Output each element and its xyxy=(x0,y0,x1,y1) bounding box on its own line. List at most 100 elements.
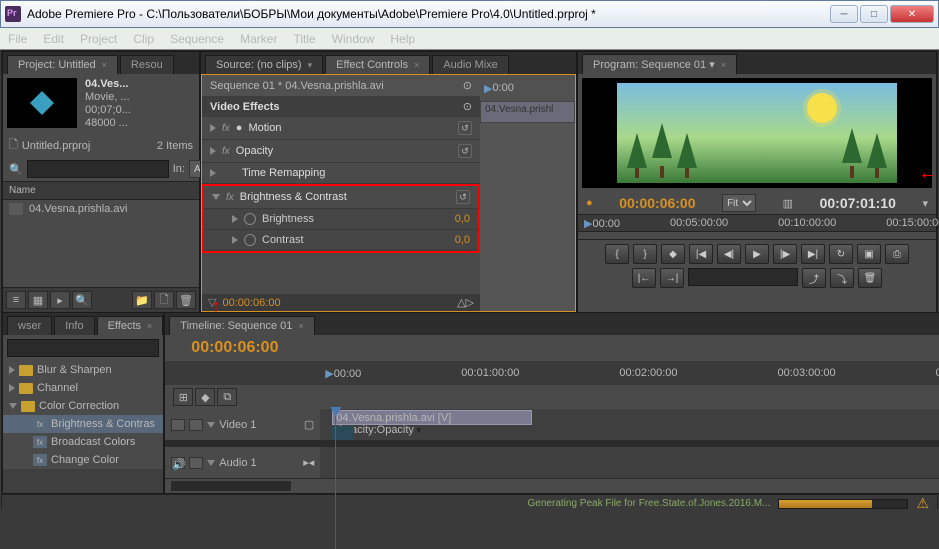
track-mute-icon[interactable]: 🔊 xyxy=(171,457,185,469)
menu-help[interactable]: Help xyxy=(390,32,415,46)
param-brightness[interactable]: Brightness0,0 xyxy=(204,209,478,230)
menu-sequence[interactable]: Sequence xyxy=(170,32,224,46)
effect-controls-panel: Source: (no clips)▾ Effect Controls× Aud… xyxy=(200,51,577,312)
effect-brightness-contrast[interactable]: fxBrightness & Contrast↺ xyxy=(204,186,478,209)
minimize-button[interactable]: ─ xyxy=(830,5,858,23)
menu-title[interactable]: Title xyxy=(293,32,315,46)
tab-info[interactable]: Info xyxy=(54,316,94,335)
zoom-slider[interactable] xyxy=(171,481,291,491)
prev-edit-button[interactable]: |← xyxy=(632,268,656,288)
stopwatch-icon[interactable] xyxy=(244,213,256,225)
effect-brightness-contrast-item[interactable]: fxBrightness & Contras xyxy=(3,415,163,433)
tab-program[interactable]: Program: Sequence 01 ▾× xyxy=(582,54,737,74)
project-search[interactable] xyxy=(27,160,169,178)
automate-button[interactable]: ▸ xyxy=(50,291,70,309)
timeline-clip[interactable]: 04.Vesna.prishla.avi [V] Opacity:Opacity… xyxy=(332,410,532,425)
effect-timecode[interactable]: 00:00:06:00 xyxy=(222,297,280,309)
clip-thumbnail[interactable] xyxy=(7,78,77,128)
next-edit-button[interactable]: →| xyxy=(660,268,684,288)
zoom-icon[interactable]: △▷ xyxy=(457,296,474,309)
timeline-ruler[interactable]: ▶00:00 00:01:00:00 00:02:00:00 00:03:00:… xyxy=(165,361,939,385)
param-contrast[interactable]: Contrast0,0 xyxy=(204,230,478,251)
trash-button[interactable]: 🗑 xyxy=(176,291,196,309)
effect-clip-header: Sequence 01 * 04.Vesna.prishla.avi xyxy=(210,80,384,92)
play-button[interactable]: ▶ xyxy=(745,244,769,264)
tab-audio-mixer[interactable]: Audio Mixe xyxy=(432,55,508,74)
list-view-button[interactable]: ≡ xyxy=(6,291,26,309)
folder-color-correction[interactable]: Color Correction xyxy=(3,397,163,415)
find-button[interactable]: 🔍 xyxy=(72,291,92,309)
column-name[interactable]: Name xyxy=(3,181,199,200)
trash-icon[interactable]: 🗑 xyxy=(858,268,882,288)
new-bin-button[interactable]: 📁 xyxy=(132,291,152,309)
effect-opacity[interactable]: fxOpacity↺ xyxy=(202,140,480,163)
effect-time-remapping[interactable]: Time Remapping xyxy=(202,163,480,184)
mark-in-button[interactable]: { xyxy=(605,244,629,264)
project-path: Untitled.prproj xyxy=(22,140,157,152)
status-message: Generating Peak File for Free.State.of.J… xyxy=(528,498,771,509)
icon-view-button[interactable]: ▦ xyxy=(28,291,48,309)
folder-blur[interactable]: Blur & Sharpen xyxy=(3,361,163,379)
jog-wheel[interactable] xyxy=(688,268,798,286)
set-marker-button[interactable]: ◆ xyxy=(661,244,685,264)
tab-browser[interactable]: wser xyxy=(7,316,52,335)
asset-row[interactable]: 04.Vesna.prishla.avi xyxy=(3,200,199,218)
program-viewport[interactable] xyxy=(582,78,932,188)
sync-lock-button[interactable]: ⧉ xyxy=(217,388,237,406)
playhead[interactable] xyxy=(335,409,336,549)
program-ruler[interactable]: ▶00:00 00:05:00:00 00:10:00:00 00:15:00:… xyxy=(578,214,936,232)
snap-button[interactable]: ⊞ xyxy=(173,388,193,406)
program-monitor: Program: Sequence 01 ▾× ● 00:00:06:00 xyxy=(577,51,937,312)
safe-margins-button[interactable]: ▣ xyxy=(857,244,881,264)
tab-source[interactable]: Source: (no clips)▾ xyxy=(205,55,323,74)
maximize-button[interactable]: □ xyxy=(860,5,888,23)
timeline-timecode[interactable]: 00:00:06:00 xyxy=(191,339,278,357)
effects-search[interactable] xyxy=(7,339,159,357)
export-frame-button[interactable]: ⎙ xyxy=(885,244,909,264)
folder-channel[interactable]: Channel xyxy=(3,379,163,397)
extract-button[interactable]: ⤵ xyxy=(830,268,854,288)
tab-effect-controls[interactable]: Effect Controls× xyxy=(325,55,430,74)
video-track-1[interactable]: Video 1 ▢ 04.Vesna.prishla.avi [V] Opaci… xyxy=(165,409,939,441)
program-timecode[interactable]: 00:00:06:00 xyxy=(619,195,695,211)
progress-bar xyxy=(778,499,908,509)
zoom-select[interactable]: Fit xyxy=(722,194,756,212)
toggle-icon[interactable]: ⊙ xyxy=(463,100,472,113)
track-lock-icon[interactable] xyxy=(189,419,203,431)
menu-marker[interactable]: Marker xyxy=(240,32,277,46)
step-back-button[interactable]: ◀| xyxy=(717,244,741,264)
tab-project[interactable]: Project: Untitled× xyxy=(7,55,118,74)
loop-button[interactable]: ↻ xyxy=(829,244,853,264)
expand-icon[interactable]: ⊙ xyxy=(463,79,472,92)
titlebar: Adobe Premiere Pro - C:\Пользователи\БОБ… xyxy=(0,0,939,28)
warning-icon[interactable]: ⚠ xyxy=(916,495,929,512)
video-file-icon xyxy=(9,203,23,215)
effect-broadcast-colors[interactable]: fxBroadcast Colors xyxy=(3,433,163,451)
track-visibility-icon[interactable] xyxy=(171,419,185,431)
menu-file[interactable]: File xyxy=(8,32,27,46)
output-button[interactable]: ▥ xyxy=(783,197,793,210)
new-item-button[interactable]: 🗋 xyxy=(154,291,174,309)
tab-resource[interactable]: Resou xyxy=(120,55,174,74)
track-lock-icon[interactable] xyxy=(189,457,203,469)
menu-project[interactable]: Project xyxy=(80,32,117,46)
menu-window[interactable]: Window xyxy=(332,32,375,46)
mark-out-button[interactable]: } xyxy=(633,244,657,264)
step-fwd-button[interactable]: |▶ xyxy=(773,244,797,264)
search-icon: 🔍 xyxy=(9,163,23,176)
effect-motion[interactable]: fx●Motion↺ xyxy=(202,117,480,140)
audio-track-1[interactable]: 🔊 Audio 1 ▸◂ xyxy=(165,447,939,479)
tab-effects[interactable]: Effects× xyxy=(97,316,164,335)
stopwatch-icon[interactable] xyxy=(244,234,256,246)
menu-edit[interactable]: Edit xyxy=(43,32,64,46)
goto-out-button[interactable]: ▶| xyxy=(801,244,825,264)
effect-change-color[interactable]: fxChange Color xyxy=(3,451,163,469)
close-button[interactable]: ✕ xyxy=(890,5,934,23)
tab-timeline[interactable]: Timeline: Sequence 01× xyxy=(169,316,314,335)
effect-timeline[interactable]: ▶0:00 04.Vesna.prishl xyxy=(480,75,575,311)
goto-in-button[interactable]: |◀ xyxy=(689,244,713,264)
marker-button[interactable]: ◆ xyxy=(195,388,215,406)
lift-button[interactable]: ⤴ xyxy=(802,268,826,288)
reset-icon[interactable]: ↺ xyxy=(458,121,472,135)
menu-clip[interactable]: Clip xyxy=(133,32,154,46)
